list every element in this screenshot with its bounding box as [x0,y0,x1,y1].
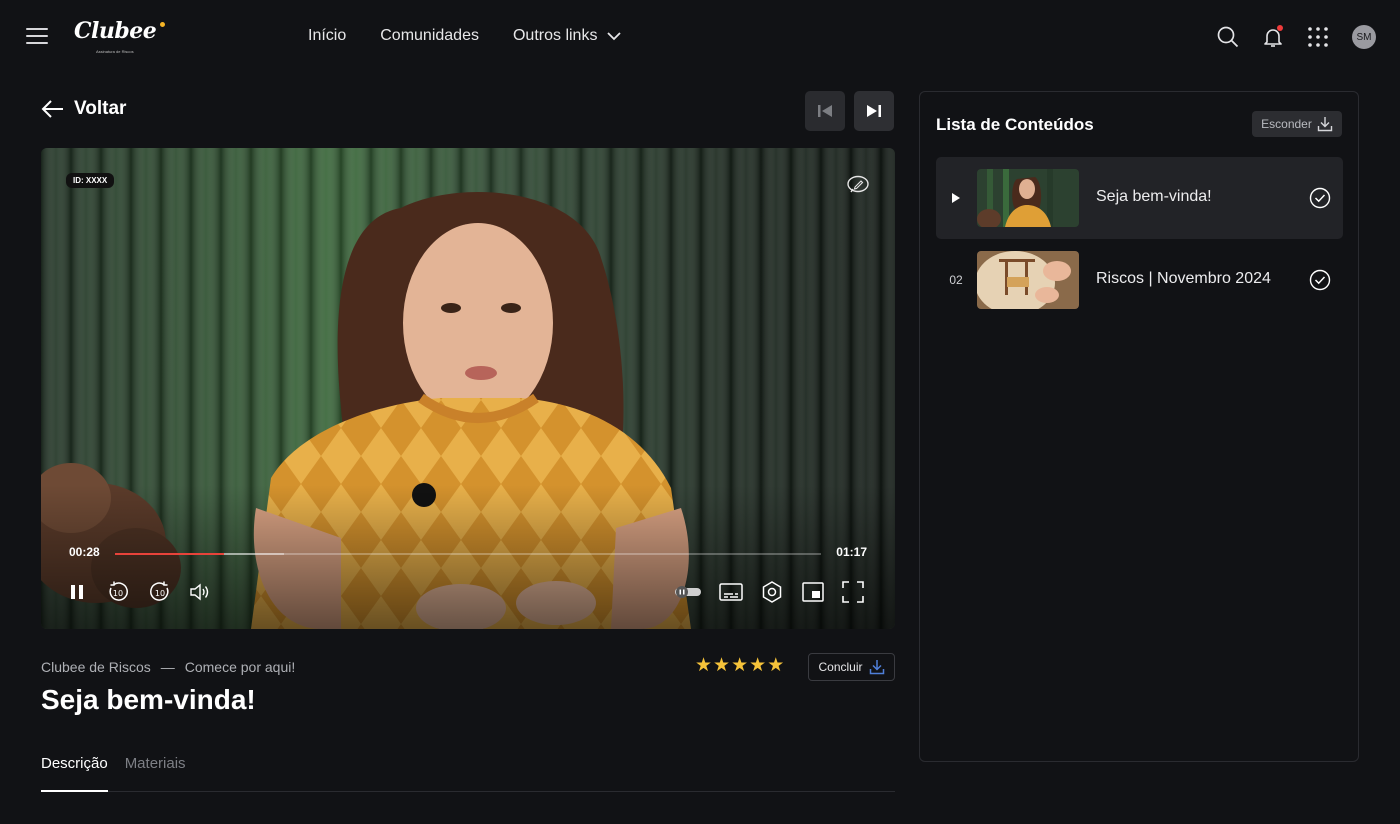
content-list-item[interactable]: Seja bem-vinda! [936,157,1343,239]
download-icon [1317,117,1333,132]
subtitles-button[interactable] [719,580,743,604]
total-time: 01:17 [836,545,867,559]
forward-10-button[interactable]: 10 [148,580,172,604]
nav-link-inicio[interactable]: Início [308,27,346,45]
fullscreen-button[interactable] [841,580,865,604]
autoplay-toggle[interactable] [674,580,702,604]
lesson-thumbnail [977,169,1079,227]
rating-stars[interactable]: ★ ★ ★ ★ ★ [695,656,785,676]
note-edit-icon[interactable] [847,175,869,200]
main-nav: Início Comunidades Outros links [308,27,655,45]
star-icon[interactable]: ★ [767,656,784,676]
notification-dot [1277,25,1283,31]
star-icon[interactable]: ★ [731,656,748,676]
star-icon[interactable]: ★ [695,656,712,676]
picture-in-picture-icon [802,582,824,602]
back-label: Voltar [74,98,127,119]
nav-link-label: Comunidades [380,27,479,44]
skip-next-icon [867,105,881,117]
complete-label: Concluir [818,660,863,674]
video-id-tag: ID: XXXX [66,173,115,188]
skip-previous-icon [818,105,832,117]
apps-grid-icon[interactable] [1305,24,1331,50]
settings-hexagon-icon [762,581,782,603]
lesson-thumbnail [977,251,1079,309]
svg-text:10: 10 [113,589,123,598]
hide-label: Esconder [1261,117,1312,131]
breadcrumb: Clubee de Riscos — Comece por aqui! [41,659,295,675]
progress-bar[interactable] [115,553,821,555]
lesson-index: 02 [949,273,963,287]
tab-materiais[interactable]: Materiais [125,755,186,792]
nav-link-comunidades[interactable]: Comunidades [380,27,479,45]
search-icon[interactable] [1215,24,1241,50]
volume-icon [190,583,209,601]
next-lesson-button[interactable] [854,91,894,131]
download-icon [869,660,884,675]
fullscreen-icon [842,581,864,603]
panel-title: Lista de Conteúdos [936,115,1094,134]
avatar[interactable]: SM [1352,25,1376,49]
played-bar [115,553,225,555]
play-indicator [936,157,976,239]
nav-link-label: Outros links [512,27,598,44]
arrow-left-icon [41,100,63,118]
menu-icon[interactable] [26,27,48,45]
page-title: Seja bem-vinda! [41,684,256,715]
star-icon[interactable]: ★ [713,656,730,676]
svg-text:10: 10 [155,589,165,598]
current-time: 00:28 [69,545,100,559]
logo[interactable]: Clubee Assinatura de Riscos [74,18,165,58]
forward-10-icon: 10 [150,581,169,601]
check-circle-icon [1309,269,1331,291]
subtitles-icon [719,583,743,601]
nav-link-label: Início [308,27,347,44]
header-actions: SM [1196,24,1376,50]
lesson-title: Riscos | Novembro 2024 [1096,270,1271,287]
bell-icon[interactable] [1260,24,1286,50]
breadcrumb-module[interactable]: Comece por aqui! [185,659,296,675]
tab-descricao[interactable]: Descrição [41,755,108,792]
breadcrumb-course[interactable]: Clubee de Riscos [41,659,151,675]
previous-lesson-button[interactable] [805,91,845,131]
complete-button[interactable]: Concluir [808,653,895,681]
video-player[interactable]: ID: XXXX 00:28 01:17 10 10 [41,148,895,629]
rewind-10-icon: 10 [109,581,128,601]
pause-icon [71,585,83,599]
content-list-panel: Lista de Conteúdos Esconder Seja bem-vin… [919,91,1359,762]
chevron-down-icon [607,31,622,40]
logo-text: Clubee [74,18,157,44]
check-circle-icon [1309,187,1331,209]
volume-button[interactable] [188,580,212,604]
hide-panel-button[interactable]: Esconder [1252,111,1342,137]
play-icon [952,193,960,203]
breadcrumb-separator: — [160,659,175,675]
content-tabs: Descrição Materiais [41,755,895,792]
lesson-title: Seja bem-vinda! [1096,188,1212,205]
content-list-item[interactable]: 02 Riscos | Novembro 2024 [936,239,1343,321]
top-navigation-bar: Clubee Assinatura de Riscos Início Comun… [0,0,1400,74]
video-frame [41,148,895,629]
logo-subtitle: Assinatura de Riscos [96,49,134,54]
star-icon[interactable]: ★ [749,656,766,676]
nav-link-outros-links[interactable]: Outros links [512,27,622,45]
autoplay-toggle-icon [675,586,701,598]
rewind-10-button[interactable]: 10 [106,580,130,604]
back-button[interactable]: Voltar [41,98,126,120]
pause-button[interactable] [65,580,89,604]
logo-dot [160,22,165,27]
settings-button[interactable] [760,580,784,604]
picture-in-picture-button[interactable] [801,580,825,604]
